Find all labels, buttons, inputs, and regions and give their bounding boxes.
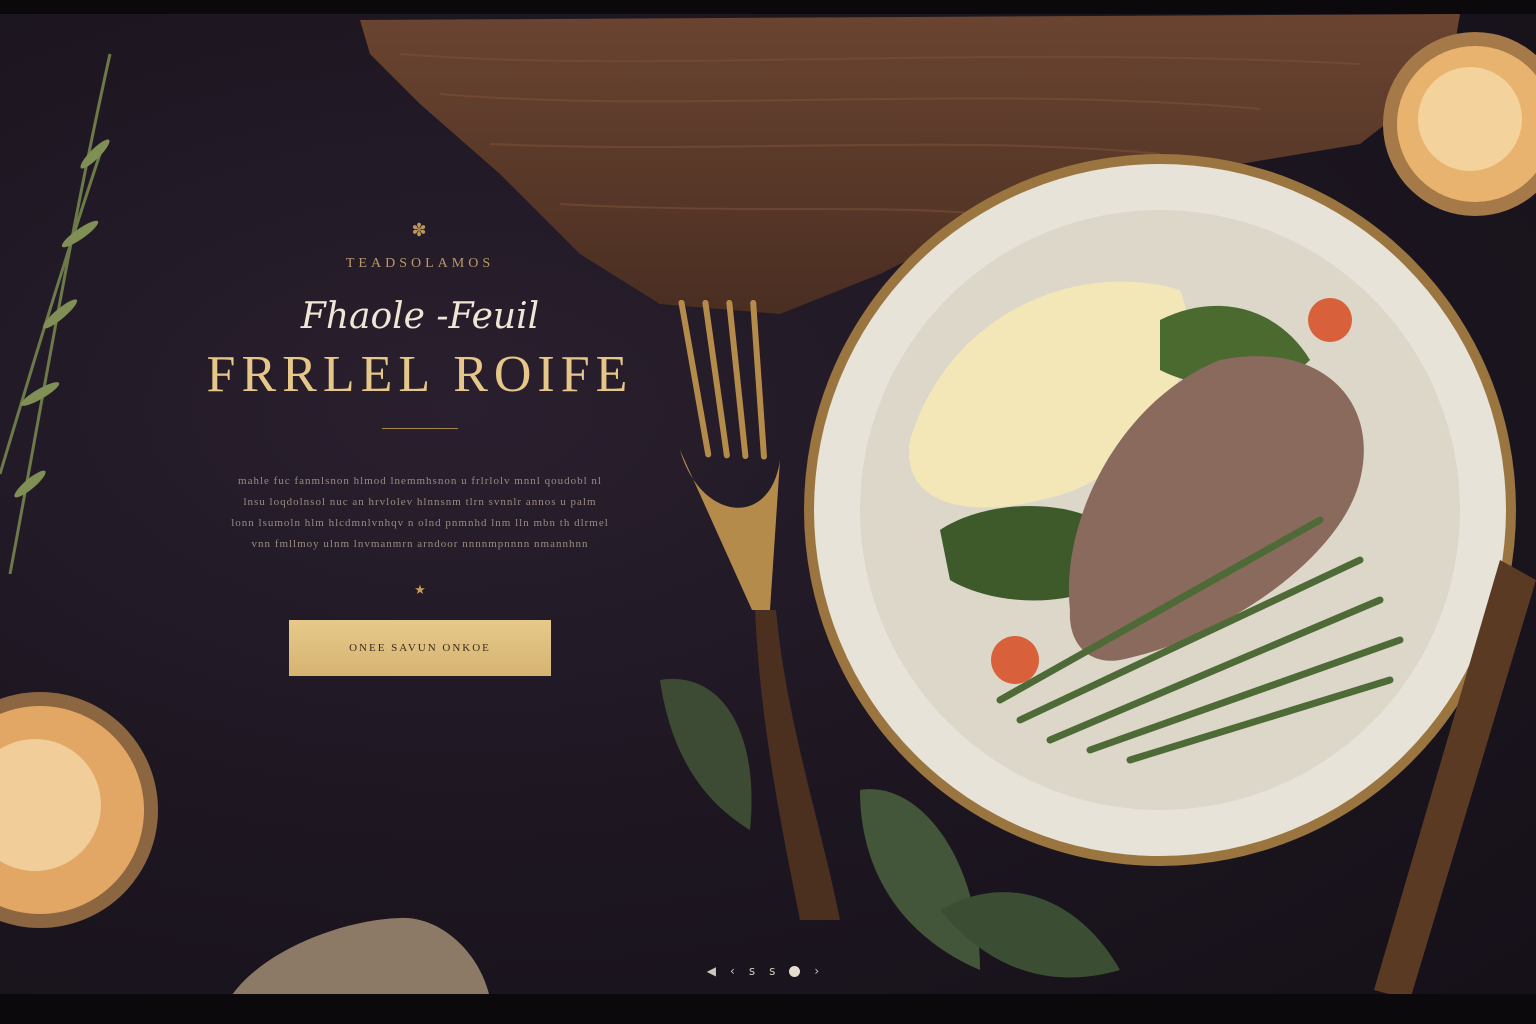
active-page-dot-icon[interactable] xyxy=(789,965,801,977)
next-arrow-icon[interactable]: › xyxy=(814,964,819,978)
bottom-frame xyxy=(0,994,1536,1024)
eyebrow-text: TEADSOLAMOS xyxy=(345,256,495,271)
description-line: vnn fmllmoy ulnm lnvmanmrn arndoor nnnnm… xyxy=(251,538,589,550)
script-heading: Fhaole -Feuil xyxy=(300,296,540,337)
description-line: lnsu loqdolnsol nuc an hrvlolev hlnnsnm … xyxy=(243,496,597,508)
rosemary-decoration xyxy=(0,53,112,574)
pager-item[interactable]: s xyxy=(749,964,755,978)
description-line: lonn lsumoln hlm hlcdmnlvnhqv n olnd pnm… xyxy=(231,517,609,529)
page-title: FRRLEL ROIFE xyxy=(206,346,634,403)
hero-content: ✽ TEADSOLAMOS Fhaole -Feuil FRRLEL ROIFE… xyxy=(150,220,690,676)
pager-item[interactable]: ‹ xyxy=(730,964,735,978)
pager-item[interactable]: s xyxy=(769,964,775,978)
top-frame xyxy=(0,0,1536,14)
soup-bowl-bottom-left-image xyxy=(0,692,158,928)
hero-description: mahle fuc fanmlsnon hlmod lnemmhsnon u f… xyxy=(185,471,655,555)
description-line: mahle fuc fanmlsnon hlmod lnemmhsnon u f… xyxy=(238,475,602,487)
hero-section: ✽ TEADSOLAMOS Fhaole -Feuil FRRLEL ROIFE… xyxy=(0,0,1536,1024)
star-icon: ★ xyxy=(414,583,426,598)
cta-button[interactable]: ONEE SAVUN ONKOE xyxy=(289,620,551,676)
bark-piece-image xyxy=(230,917,490,998)
basil-leaves-image xyxy=(660,678,1120,978)
wooden-utensil-image xyxy=(1374,560,1536,1000)
prev-arrow-icon[interactable]: ◀ xyxy=(707,964,716,978)
ornament-icon: ✽ xyxy=(411,220,429,241)
title-divider xyxy=(382,428,458,429)
slider-pagination: ◀ ‹ s s › xyxy=(668,962,858,980)
